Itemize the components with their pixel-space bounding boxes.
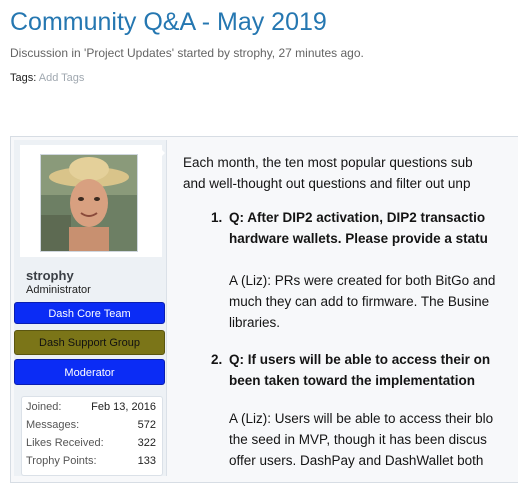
stat-label: Messages: bbox=[26, 419, 80, 431]
thread-title: Community Q&A - May 2019 bbox=[10, 8, 327, 36]
banner-moderator: Moderator bbox=[14, 359, 165, 385]
stat-value: 322 bbox=[137, 437, 156, 449]
answer-line: libraries. bbox=[229, 315, 281, 330]
stat-label: Trophy Points: bbox=[26, 455, 97, 467]
tags-row: Tags: Add Tags bbox=[10, 72, 84, 84]
answer-line: much they can add to firmware. The Busin… bbox=[229, 294, 490, 309]
user-title: Administrator bbox=[26, 284, 91, 296]
stat-value: 572 bbox=[137, 419, 156, 431]
answer-line: A (Liz): PRs were created for both BitGo… bbox=[229, 273, 496, 288]
sidebar-arrow bbox=[158, 146, 165, 160]
intro-line: and well-thought out questions and filte… bbox=[183, 176, 471, 191]
answer-line: A (Liz): Users will be able to access th… bbox=[229, 411, 494, 426]
avatar-photo bbox=[41, 155, 137, 251]
username-link[interactable]: strophy bbox=[26, 268, 74, 283]
question-line: Q: After DIP2 activation, DIP2 transacti… bbox=[229, 210, 486, 225]
banner-support-group: Dash Support Group bbox=[14, 330, 165, 355]
stat-row-trophy[interactable]: Trophy Points: 133 bbox=[26, 455, 156, 467]
list-number: 1. bbox=[211, 210, 223, 225]
stat-label: Likes Received: bbox=[26, 437, 104, 449]
stat-value: Feb 13, 2016 bbox=[91, 401, 156, 413]
thread-meta: Discussion in 'Project Updates' started … bbox=[10, 46, 364, 60]
tags-label: Tags: bbox=[10, 72, 37, 84]
answer-line: the seed in MVP, though it has been disc… bbox=[229, 432, 487, 447]
stat-value: 133 bbox=[137, 455, 156, 467]
avatar[interactable] bbox=[40, 154, 138, 252]
stat-row-likes: Likes Received: 322 bbox=[26, 437, 156, 449]
stat-row-messages[interactable]: Messages: 572 bbox=[26, 419, 156, 431]
user-stats-panel: Joined: Feb 13, 2016 Messages: 572 Likes… bbox=[21, 396, 163, 476]
question-line: been taken toward the implementation bbox=[229, 373, 476, 388]
intro-line: Each month, the ten most popular questio… bbox=[183, 155, 473, 170]
banner-core-team: Dash Core Team bbox=[14, 302, 165, 324]
add-tags-link[interactable]: Add Tags bbox=[39, 72, 85, 84]
question-line: hardware wallets. Please provide a statu bbox=[229, 231, 488, 246]
answer-line: offer users. DashPay and DashWallet both bbox=[229, 453, 484, 468]
list-number: 2. bbox=[211, 352, 223, 367]
message-content: Each month, the ten most popular questio… bbox=[183, 152, 518, 476]
stat-label: Joined: bbox=[26, 401, 62, 413]
stat-row-joined: Joined: Feb 13, 2016 bbox=[26, 401, 156, 413]
question-line: Q: If users will be able to access their… bbox=[229, 352, 491, 367]
